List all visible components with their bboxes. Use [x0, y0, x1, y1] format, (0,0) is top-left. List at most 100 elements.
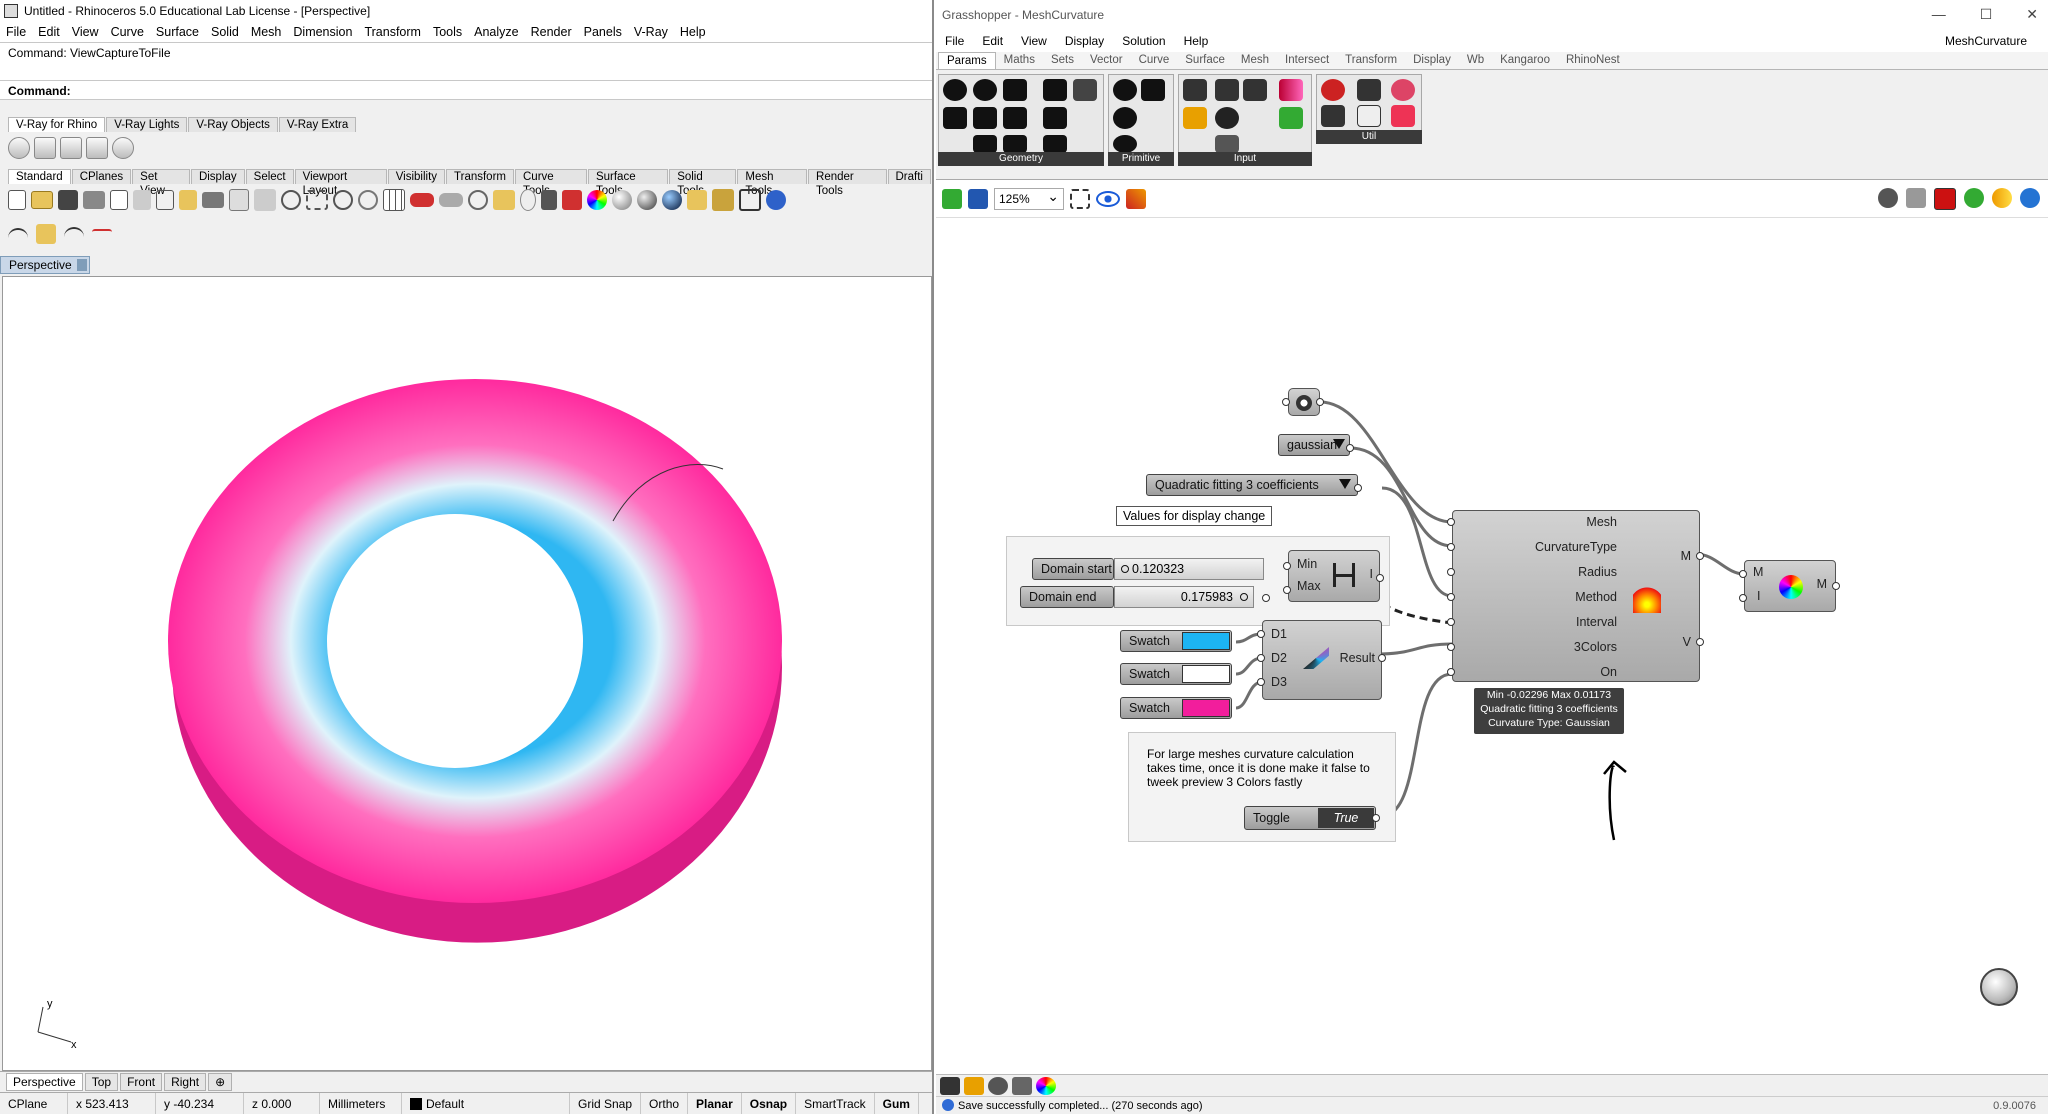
- curvature-interval-grip[interactable]: [1447, 618, 1455, 626]
- arrow-right-icon[interactable]: [1357, 79, 1381, 101]
- view-tab-right[interactable]: Right: [164, 1072, 207, 1091]
- tab-vray-lights[interactable]: V-Ray Lights: [106, 117, 188, 132]
- bottom-surface-icon[interactable]: [1012, 1076, 1032, 1095]
- view-tab-front[interactable]: Front: [120, 1072, 163, 1091]
- integer-param-icon[interactable]: [1113, 107, 1137, 129]
- curvature-mesh-grip[interactable]: [1447, 518, 1455, 526]
- curvature-type-dropdown[interactable]: gaussian: [1278, 434, 1350, 456]
- zoom-extents-icon[interactable]: [333, 190, 353, 210]
- text-param-icon[interactable]: [1141, 79, 1165, 101]
- vray-frame-buffer-icon[interactable]: [86, 137, 108, 159]
- gh-tab-mesh[interactable]: Mesh: [1233, 52, 1277, 69]
- perspective-viewport[interactable]: y x: [2, 276, 932, 1071]
- rhino-menu-dimension[interactable]: Dimension: [287, 25, 358, 39]
- properties-icon[interactable]: [110, 190, 128, 210]
- gh-tab-sets[interactable]: Sets: [1043, 52, 1082, 69]
- gh-menu-help[interactable]: Help: [1175, 34, 1218, 48]
- view-tab-top[interactable]: Top: [84, 1072, 119, 1091]
- status-ortho[interactable]: Ortho: [641, 1092, 689, 1114]
- tab-vray-objects[interactable]: V-Ray Objects: [188, 117, 278, 132]
- twisted-box-icon[interactable]: [973, 135, 997, 153]
- new-icon[interactable]: [8, 190, 26, 210]
- curvature-v-out-grip[interactable]: [1696, 638, 1704, 646]
- gradient-d1-grip[interactable]: [1257, 630, 1265, 638]
- construct-domain-out-grip[interactable]: [1376, 574, 1384, 582]
- vray-render-icon[interactable]: [8, 137, 30, 159]
- flask-icon[interactable]: [1391, 105, 1415, 127]
- view-tab-perspective[interactable]: Perspective: [6, 1072, 83, 1091]
- construct-domain-min-grip[interactable]: [1283, 562, 1291, 570]
- swatch-3-color[interactable]: [1182, 699, 1230, 717]
- swatch-1-color[interactable]: [1182, 632, 1230, 650]
- tab-transform[interactable]: Transform: [446, 169, 514, 184]
- preview-out-grip[interactable]: [1832, 582, 1840, 590]
- shaded-sphere-icon[interactable]: [612, 190, 632, 210]
- sketch-icon[interactable]: [1126, 188, 1146, 209]
- trim-tool-icon[interactable]: [92, 229, 112, 239]
- curvature-on-grip[interactable]: [1447, 668, 1455, 676]
- tab-viewport-layout[interactable]: Viewport Layout: [294, 169, 387, 197]
- zoom-icon[interactable]: [281, 190, 301, 210]
- save-file-icon[interactable]: [968, 188, 988, 209]
- viewport-menu-icon[interactable]: [77, 259, 87, 271]
- render-sphere-icon[interactable]: [662, 190, 682, 210]
- import-icon[interactable]: [1183, 79, 1207, 101]
- rhino-menu-edit[interactable]: Edit: [32, 25, 66, 39]
- shape-tool-icon[interactable]: [36, 224, 56, 244]
- gh-tab-surface[interactable]: Surface: [1177, 52, 1233, 69]
- tab-solid-tools[interactable]: Solid Tools: [669, 169, 737, 197]
- tab-visibility[interactable]: Visibility: [387, 169, 446, 184]
- select-icon[interactable]: [493, 190, 515, 210]
- cherry-picker-icon[interactable]: [1321, 79, 1345, 101]
- rhino-menu-vray[interactable]: V-Ray: [628, 25, 674, 39]
- tab-mesh-tools[interactable]: Mesh Tools: [737, 169, 808, 197]
- point-param-icon[interactable]: [943, 107, 967, 129]
- viewport-title[interactable]: Perspective: [0, 256, 90, 274]
- construct-domain-node[interactable]: Min Max I: [1288, 550, 1380, 602]
- gh-tab-rhinonest[interactable]: RhinoNest: [1558, 52, 1628, 69]
- zoom-extents-icon[interactable]: [1070, 188, 1090, 209]
- curvature-m-out-grip[interactable]: [1696, 552, 1704, 560]
- curve-tool-icon[interactable]: [8, 228, 28, 240]
- mesh-param-icon[interactable]: [1003, 107, 1027, 129]
- mesh-param-in-grip[interactable]: [1282, 398, 1290, 406]
- status-smarttrack[interactable]: SmartTrack: [796, 1092, 875, 1114]
- bottom-color-icon[interactable]: [1036, 1076, 1056, 1095]
- boolean-toggle-icon[interactable]: [1215, 107, 1239, 129]
- rhino-menu-view[interactable]: View: [66, 25, 105, 39]
- rhino-menu-solid[interactable]: Solid: [205, 25, 245, 39]
- copy-icon[interactable]: [156, 190, 174, 210]
- surface-param-icon[interactable]: [1043, 107, 1067, 129]
- preview-m-grip[interactable]: [1739, 570, 1747, 578]
- bottom-import-icon[interactable]: [940, 1076, 960, 1095]
- cut-icon[interactable]: [133, 190, 151, 210]
- mesh-param-out-grip[interactable]: [1316, 398, 1324, 406]
- rhino-menu-curve[interactable]: Curve: [105, 25, 150, 39]
- vray-material-editor-icon[interactable]: [112, 137, 134, 159]
- status-gumball[interactable]: Gum: [875, 1092, 919, 1114]
- rotate-view-icon[interactable]: [254, 189, 276, 211]
- galapagos-icon[interactable]: [1391, 79, 1415, 101]
- light-bulb-icon[interactable]: [520, 189, 536, 211]
- custom-preview-node[interactable]: M I M: [1744, 560, 1836, 612]
- circle-param-icon[interactable]: [973, 79, 997, 101]
- tab-vray-extra[interactable]: V-Ray Extra: [278, 117, 357, 132]
- save-icon[interactable]: [58, 190, 78, 210]
- tab-select[interactable]: Select: [245, 169, 294, 184]
- curvature-radius-grip[interactable]: [1447, 568, 1455, 576]
- rhino-menu-file[interactable]: File: [0, 25, 32, 39]
- shade-icon[interactable]: [439, 193, 463, 207]
- three-color-gradient-node[interactable]: D1 D2 D3 Result: [1262, 620, 1382, 700]
- plane-param-icon[interactable]: [1003, 135, 1027, 153]
- gh-canvas[interactable]: gaussian Quadratic fitting 3 coefficient…: [936, 222, 2048, 1074]
- rhino-menu-surface[interactable]: Surface: [150, 25, 205, 39]
- curve-param-icon[interactable]: [1003, 79, 1027, 101]
- calculator-icon[interactable]: [1215, 79, 1239, 101]
- tab-cplanes[interactable]: CPlanes: [71, 169, 132, 184]
- preview-mesh-icon[interactable]: [1992, 188, 2012, 208]
- matrix-icon[interactable]: [1279, 107, 1303, 129]
- tab-set-view[interactable]: Set View: [132, 169, 190, 197]
- domain-end-out-grip[interactable]: [1262, 594, 1270, 602]
- swatch-2-color[interactable]: [1182, 665, 1230, 683]
- maximize-button[interactable]: ☐: [1980, 6, 1993, 23]
